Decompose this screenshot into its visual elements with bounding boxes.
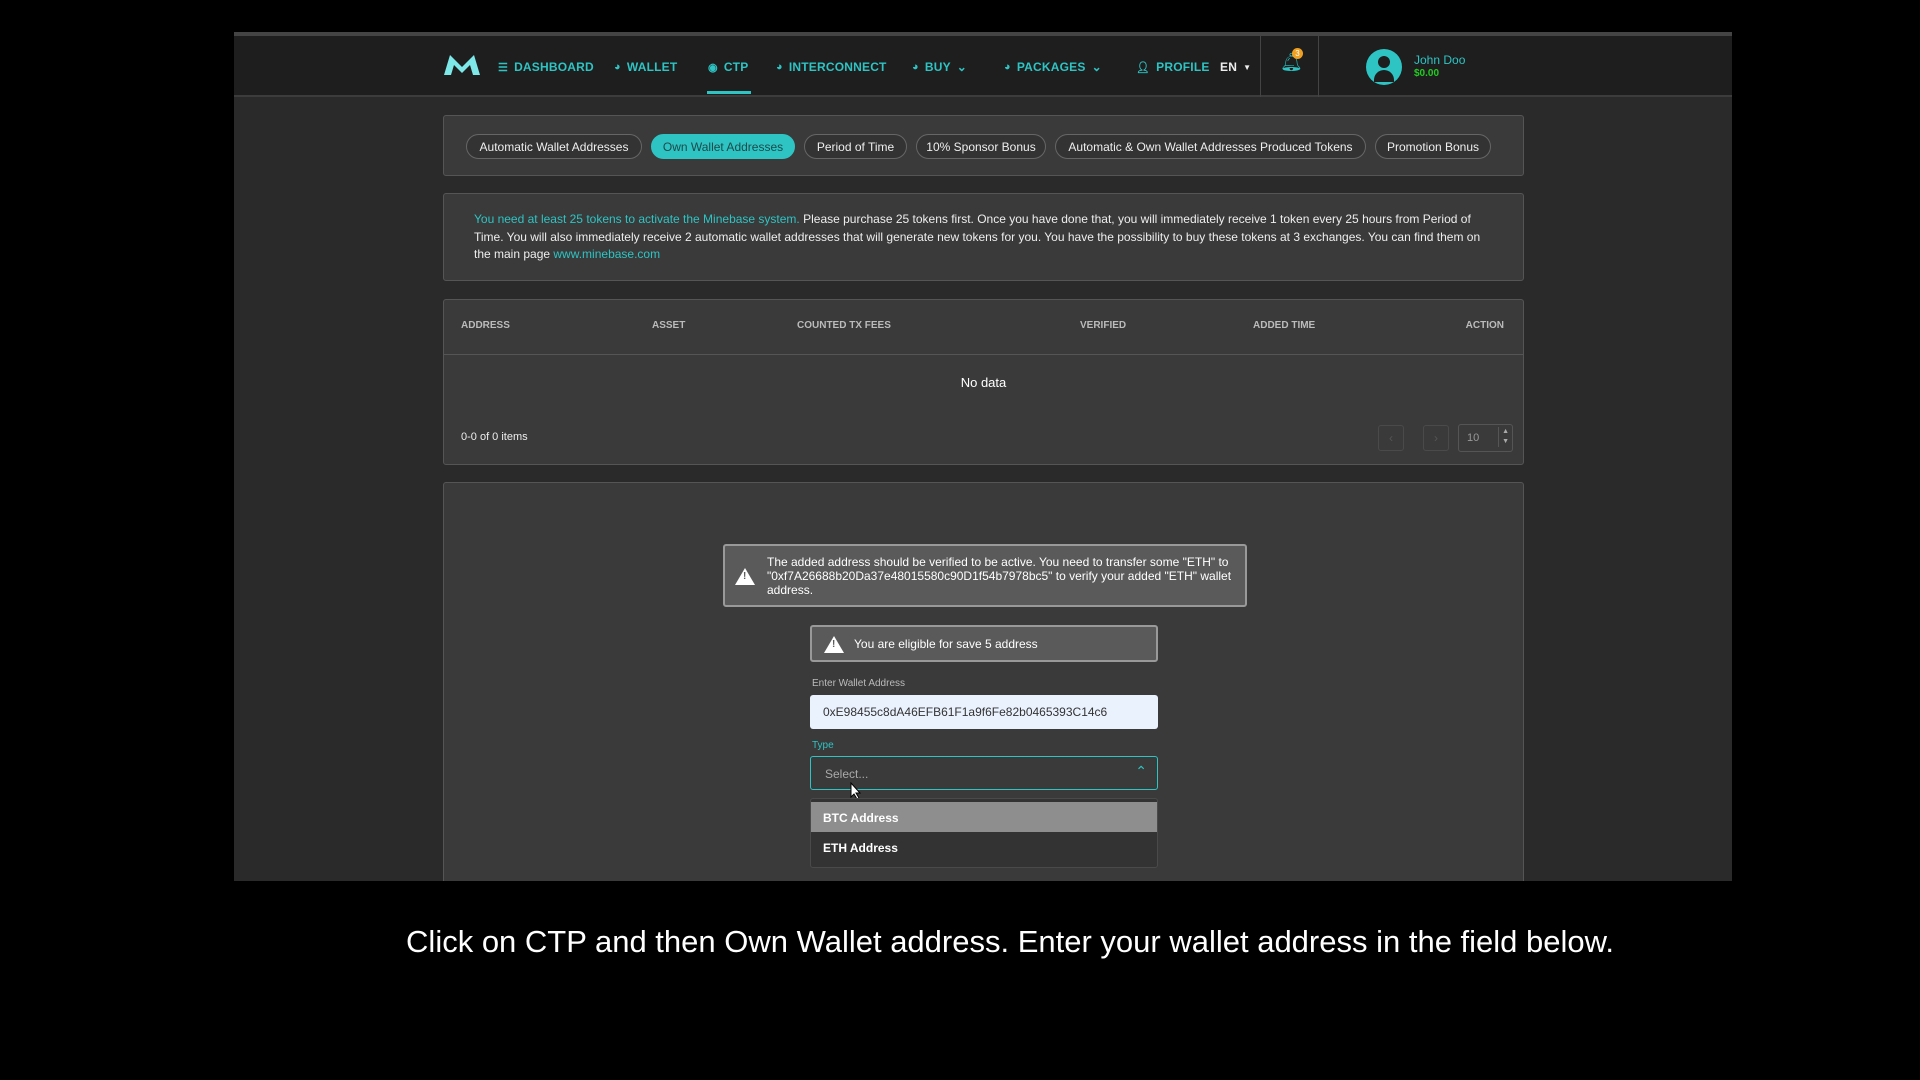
nav-ctp[interactable]: ◉ CTP xyxy=(708,60,748,74)
chevron-down-icon: ⌄ xyxy=(956,60,968,74)
pie-icon: ◕ xyxy=(614,61,621,73)
tab-period-of-time[interactable]: Period of Time xyxy=(804,134,907,159)
next-page-button[interactable]: › xyxy=(1423,425,1449,451)
tabs-panel: Automatic Wallet Addresses Own Wallet Ad… xyxy=(443,115,1524,176)
verify-warning: The added address should be verified to … xyxy=(723,544,1247,607)
prev-page-button[interactable]: ‹ xyxy=(1378,425,1404,451)
nav-dashboard[interactable]: ☰ DASHBOARD xyxy=(498,60,594,74)
type-dropdown: BTC Address ETH Address xyxy=(810,798,1158,868)
tab-own-wallet-addresses[interactable]: Own Wallet Addresses xyxy=(651,134,795,159)
empty-state: No data xyxy=(960,375,1007,390)
caret-down-icon: ▼ xyxy=(1243,62,1252,72)
list-icon: ☰ xyxy=(498,61,509,74)
column-action: ACTION xyxy=(1465,320,1504,331)
nav-wallet[interactable]: ◕ WALLET xyxy=(614,60,677,74)
warning-icon xyxy=(735,568,755,585)
chevron-down-icon: ⌄ xyxy=(1091,60,1102,74)
info-text: You need at least 25 tokens to activate … xyxy=(474,212,1481,261)
divider xyxy=(1318,36,1319,97)
tab-sponsor-bonus[interactable]: 10% Sponsor Bonus xyxy=(916,134,1046,159)
user-icon: 👤︎ xyxy=(1136,61,1151,74)
tab-produced-tokens[interactable]: Automatic & Own Wallet Addresses Produce… xyxy=(1055,134,1366,159)
column-verified: VERIFIED xyxy=(1080,320,1127,331)
user-balance: $0.00 xyxy=(1414,68,1440,79)
avatar[interactable] xyxy=(1366,49,1402,85)
add-address-panel: The added address should be verified to … xyxy=(443,482,1524,881)
type-label: Type xyxy=(812,740,834,751)
eligible-notice: You are eligible for save 5 address xyxy=(810,625,1158,662)
chevron-up-icon: ⌃ xyxy=(1135,763,1147,779)
option-btc-address[interactable]: BTC Address xyxy=(811,802,1157,832)
nav-buy[interactable]: ◕ BUY ⌄ xyxy=(912,60,967,74)
ctp-icon: ◉ xyxy=(708,61,718,74)
notifications-button[interactable]: 🔔︎ 3 xyxy=(1280,48,1303,76)
divider xyxy=(444,354,1523,355)
user-name[interactable]: John Doo xyxy=(1414,53,1465,67)
nav-packages[interactable]: ◕ PACKAGES ⌄ xyxy=(1004,60,1102,74)
column-counted-tx-fees: COUNTED TX FEES xyxy=(797,320,891,331)
addresses-table: ADDRESS ASSET COUNTED TX FEES VERIFIED A… xyxy=(443,299,1524,465)
page-size-stepper[interactable]: 10 ▲ ▼ xyxy=(1458,424,1513,452)
column-asset: ASSET xyxy=(652,320,686,331)
info-box: You need at least 25 tokens to activate … xyxy=(443,193,1524,281)
type-select[interactable]: Select... ⌃ xyxy=(810,756,1158,790)
pie-icon: ◕ xyxy=(912,61,919,73)
nav-profile[interactable]: 👤︎ PROFILE xyxy=(1136,60,1210,74)
address-label: Enter Wallet Address xyxy=(812,678,906,689)
pie-icon: ◕ xyxy=(1004,61,1011,73)
app-window: ☰ DASHBOARD ◕ WALLET ◉ CTP ◕ INTERCONNECT ◕ B… xyxy=(234,32,1732,881)
tab-automatic-wallet-addresses[interactable]: Automatic Wallet Addresses xyxy=(466,134,642,159)
pagination-summary: 0-0 of 0 items xyxy=(461,431,528,443)
stepper-arrows-icon[interactable]: ▲ ▼ xyxy=(1498,427,1509,447)
minebase-link[interactable]: www.minebase.com xyxy=(553,247,660,261)
tutorial-caption: Click on CTP and then Own Wallet address… xyxy=(406,924,1614,959)
column-address: ADDRESS xyxy=(461,320,510,331)
divider xyxy=(1260,36,1261,97)
chevron-left-icon: ‹ xyxy=(1389,431,1393,445)
minebase-logo[interactable] xyxy=(442,53,482,77)
language-select[interactable]: EN ▼ xyxy=(1220,60,1251,74)
tab-promotion-bonus[interactable]: Promotion Bonus xyxy=(1375,134,1491,159)
warning-icon xyxy=(824,636,844,653)
top-nav: ☰ DASHBOARD ◕ WALLET ◉ CTP ◕ INTERCONNECT ◕ B… xyxy=(234,32,1732,97)
notification-badge: 3 xyxy=(1292,48,1303,59)
pie-icon: ◕ xyxy=(776,61,783,73)
active-nav-indicator xyxy=(707,91,751,94)
option-eth-address[interactable]: ETH Address xyxy=(811,832,1157,864)
chevron-right-icon: › xyxy=(1434,431,1438,445)
nav-interconnect[interactable]: ◕ INTERCONNECT xyxy=(776,60,887,74)
column-added-time: ADDED TIME xyxy=(1253,320,1316,331)
wallet-address-input[interactable]: 0xE98455c8dA46EFB61F1a9f6Fe82b0465393C14… xyxy=(810,695,1158,729)
